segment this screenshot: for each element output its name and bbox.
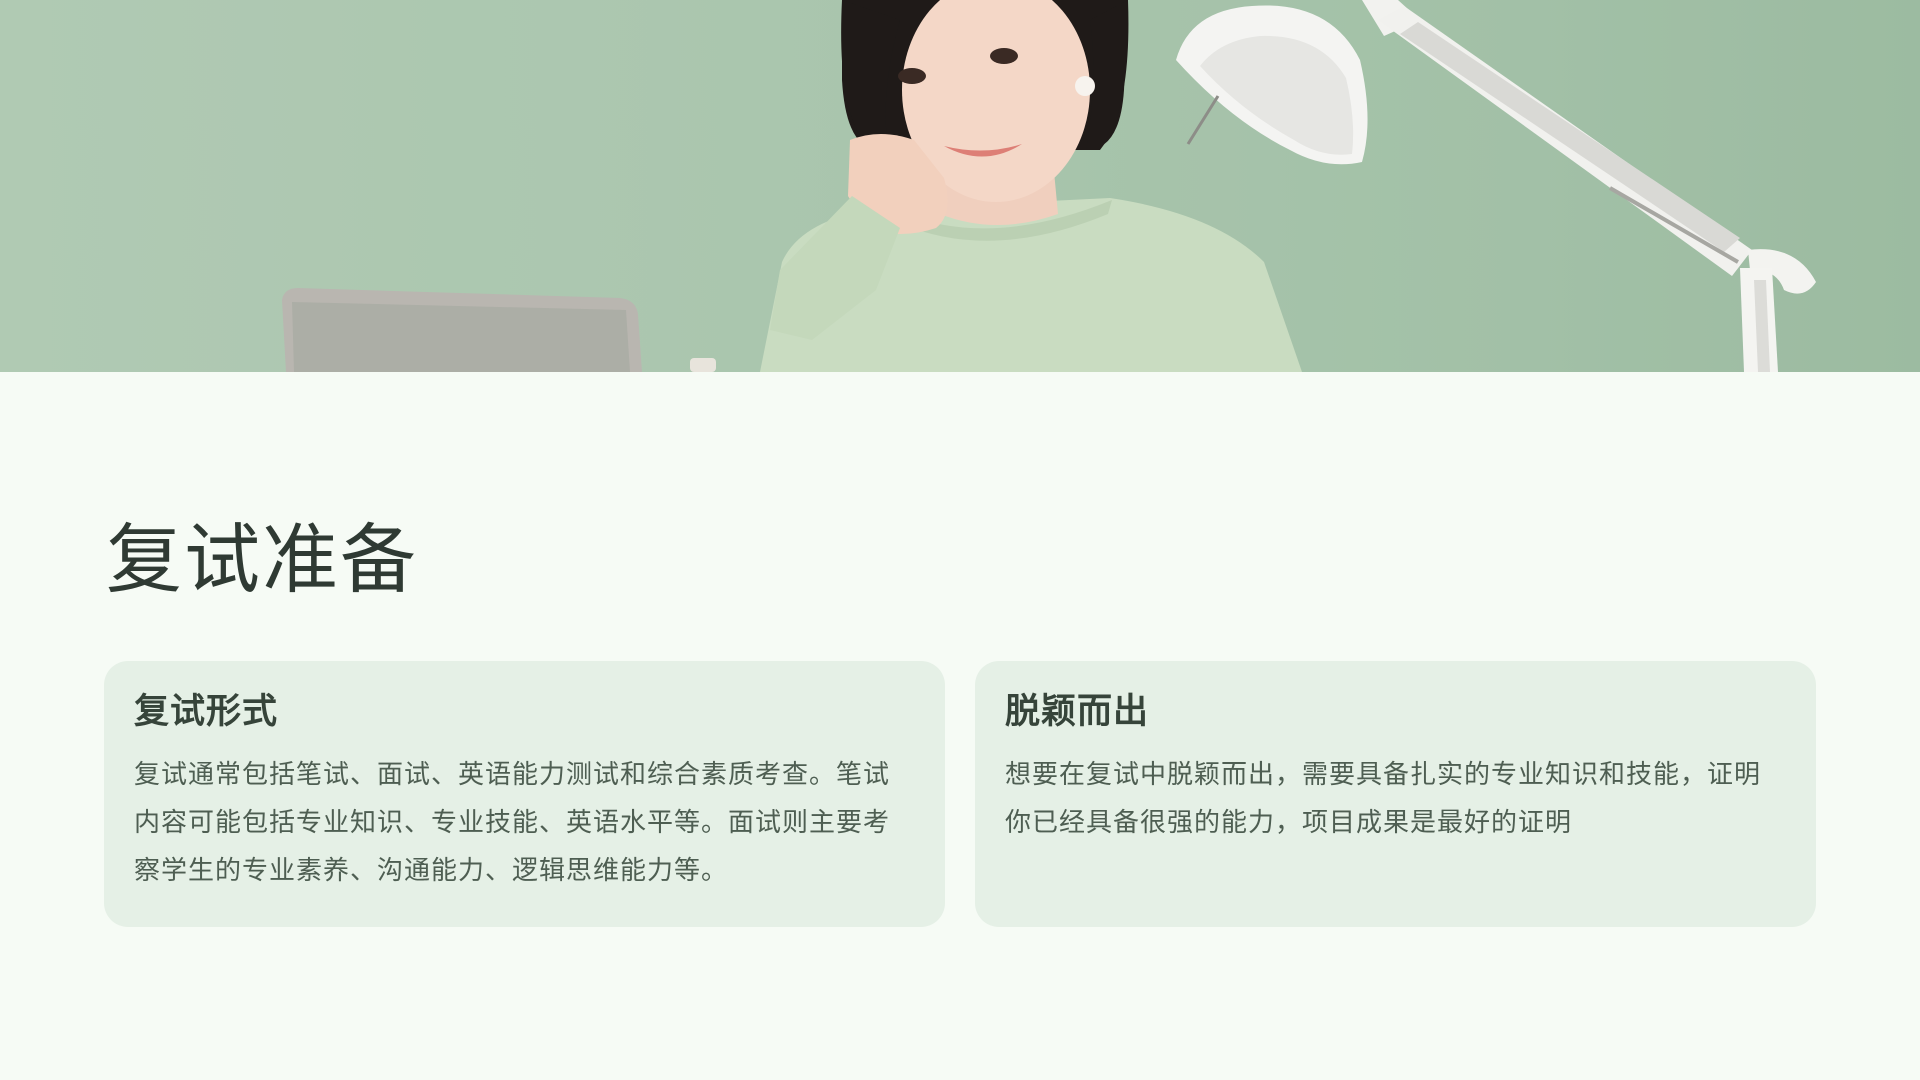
card-format: 复试形式 复试通常包括笔试、面试、英语能力测试和综合素质考查。笔试内容可能包括专…: [104, 661, 945, 927]
bottle-illustration: [690, 358, 716, 372]
page-title: 复试准备: [106, 515, 418, 604]
card-stand-out: 脱颖而出 想要在复试中脱颖而出，需要具备扎实的专业知识和技能，证明你已经具备很强…: [975, 661, 1816, 927]
card-title-format: 复试形式: [134, 691, 279, 732]
hero-illustration: [0, 0, 1920, 372]
hero-photo: [0, 0, 1920, 372]
card-body-stand-out: 想要在复试中脱颖而出，需要具备扎实的专业知识和技能，证明你已经具备很强的能力，项…: [1005, 760, 1762, 838]
laptop-illustration: [282, 288, 642, 372]
card-body-format: 复试通常包括笔试、面试、英语能力测试和综合素质考查。笔试内容可能包括专业知识、专…: [134, 760, 891, 886]
card-title-stand-out: 脱颖而出: [1005, 691, 1150, 732]
